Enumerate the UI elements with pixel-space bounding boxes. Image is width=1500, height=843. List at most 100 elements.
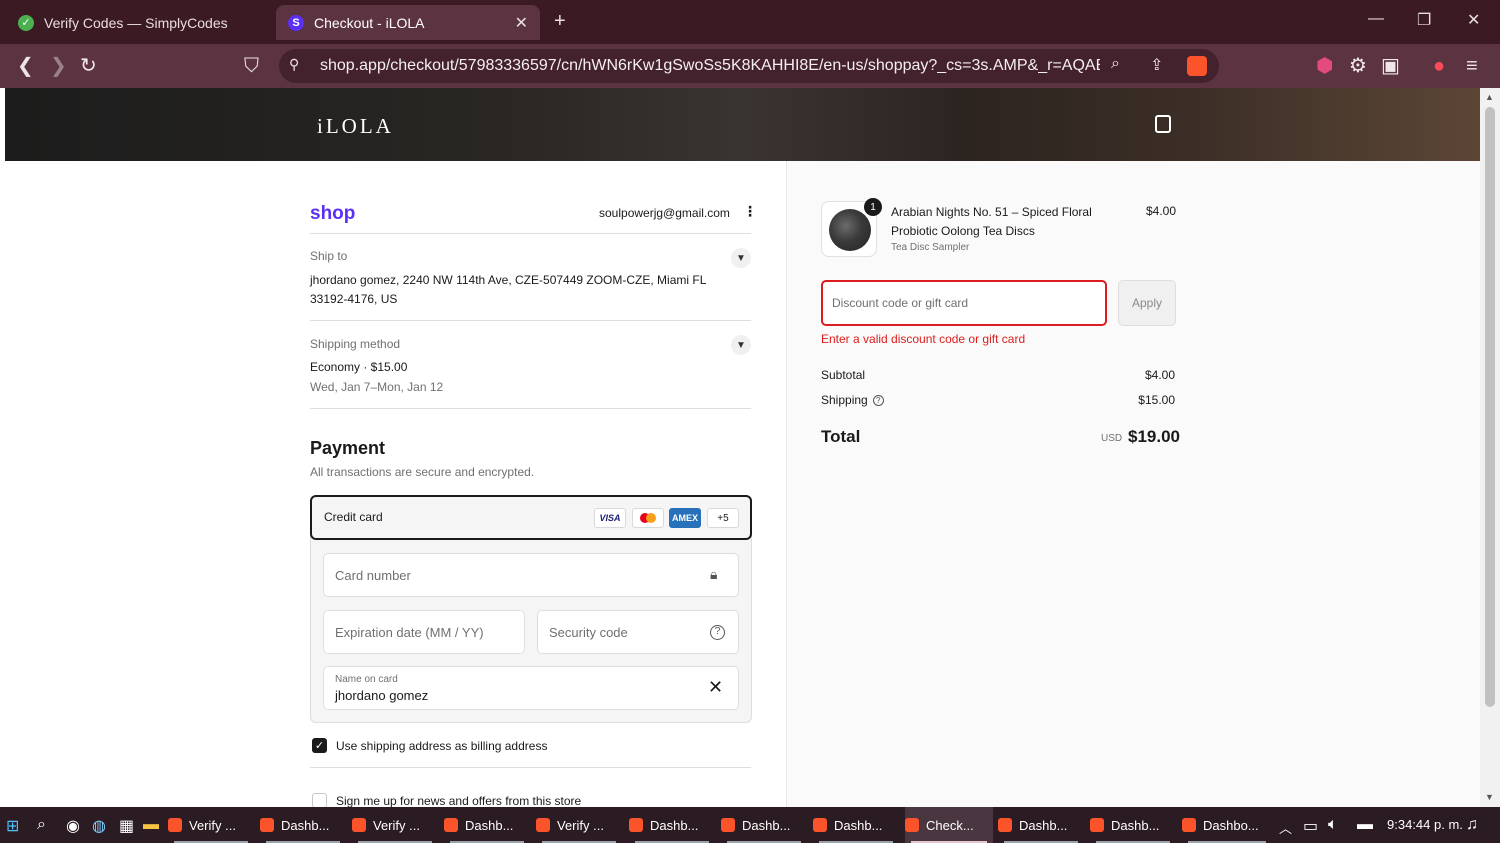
taskbar-app-button[interactable]: Verify ...	[168, 807, 254, 843]
browser-titlebar: ✓ Verify Codes — SimplyCodes S Checkout …	[0, 0, 1500, 44]
brave-icon	[260, 818, 274, 832]
mastercard-icon	[632, 508, 664, 528]
discount-code-input[interactable]: Discount code or gift card	[821, 280, 1107, 326]
taskbar-app-button[interactable]: Dashb...	[444, 807, 530, 843]
taskbar-app-label: Verify ...	[557, 817, 604, 833]
taskbar-app-button[interactable]: Dashb...	[1090, 807, 1176, 843]
card-number-field[interactable]: Card number 🔒︎	[323, 553, 739, 597]
divider	[310, 408, 751, 409]
brave-icon	[352, 818, 366, 832]
tab-checkout[interactable]: S Checkout - iLOLA ✕	[276, 5, 540, 40]
reload-icon[interactable]: ↻	[80, 54, 97, 78]
clear-icon[interactable]: ✕	[708, 677, 723, 698]
volume-icon[interactable]: 🔈︎	[1328, 816, 1338, 834]
file-explorer-icon[interactable]: ▬	[143, 816, 159, 834]
simplycodes-favicon-icon: ✓	[18, 14, 34, 31]
tab-verify-codes[interactable]: ✓ Verify Codes — SimplyCodes	[6, 5, 268, 40]
profile-icon[interactable]: ●	[1433, 54, 1445, 78]
maps-app-icon[interactable]: ◍	[92, 816, 106, 836]
shipping-method-chevron-down-icon[interactable]: ▼	[731, 335, 751, 355]
taskbar-app-button[interactable]: Dashb...	[260, 807, 346, 843]
network-icon[interactable]: ▭	[1303, 816, 1318, 836]
taskbar-app-button-active[interactable]: Check...	[905, 807, 993, 843]
shipping-label: Shipping	[821, 393, 868, 407]
newsletter-label: Sign me up for news and offers from this…	[336, 794, 582, 807]
security-code-field[interactable]: Security code ?	[537, 610, 739, 654]
apply-discount-button[interactable]: Apply	[1118, 280, 1176, 326]
extensions-icon[interactable]: ⚙	[1349, 54, 1367, 78]
ublock-extension-icon[interactable]: ⬢	[1316, 54, 1333, 78]
store-logo[interactable]: iLOLA	[317, 114, 394, 139]
search-icon[interactable]: ⌕	[37, 816, 46, 834]
scroll-thumb[interactable]	[1485, 107, 1495, 707]
store-header: iLOLA	[5, 88, 1480, 161]
brave-icon	[1182, 818, 1196, 832]
close-tab-icon[interactable]: ✕	[515, 13, 528, 33]
system-clock[interactable]: 9:34:44 p. m.	[1387, 817, 1463, 832]
sidebar-icon[interactable]: ▣	[1381, 54, 1400, 78]
taskbar-app-button[interactable]: Dashb...	[813, 807, 899, 843]
share-icon[interactable]: ⇪	[1150, 55, 1163, 75]
brave-icon	[629, 818, 643, 832]
taskbar-app-label: Dashb...	[742, 817, 791, 833]
menu-icon[interactable]: ≡	[1466, 54, 1478, 78]
taskbar-app-button[interactable]: Verify ...	[536, 807, 622, 843]
brave-icon	[1090, 818, 1104, 832]
bookmark-icon[interactable]: ⛉	[244, 54, 259, 78]
taskbar-app-label: Dashb...	[1111, 817, 1160, 833]
payment-title: Payment	[310, 438, 386, 458]
window-close-icon[interactable]: ✕	[1467, 10, 1480, 30]
forward-icon[interactable]: ❯	[50, 54, 67, 78]
url-text[interactable]: shop.app/checkout/57983336597/cn/hWN6rKw…	[320, 57, 1100, 75]
scroll-up-icon[interactable]: ▲	[1485, 92, 1494, 102]
tab-title: Checkout - iLOLA	[314, 14, 425, 31]
taskbar-app-button[interactable]: Dashb...	[998, 807, 1084, 843]
taskbar-app-label: Dashb...	[650, 817, 699, 833]
site-settings-icon[interactable]: ⚲	[289, 56, 299, 73]
shipping-help-icon[interactable]: ?	[872, 395, 884, 407]
zoom-icon[interactable]: ⌕	[1111, 55, 1120, 73]
subtotal-label: Subtotal	[821, 368, 866, 382]
taskbar-app-button[interactable]: Dashb...	[721, 807, 807, 843]
minimize-icon[interactable]: —	[1368, 10, 1384, 28]
name-on-card-value[interactable]: jhordano gomez	[335, 688, 428, 703]
new-tab-icon[interactable]: +	[554, 10, 566, 33]
calculator-app-icon[interactable]: ▦	[119, 816, 134, 836]
lock-icon: 🔒︎	[710, 566, 718, 582]
expiration-date-field[interactable]: Expiration date (MM / YY)	[323, 610, 525, 654]
taskbar-app-label: Check...	[926, 817, 974, 833]
taskbar-app-button[interactable]: Verify ...	[352, 807, 438, 843]
product-price: $4.00	[1146, 204, 1177, 218]
taskbar-app-button[interactable]: Dashbo...	[1182, 807, 1272, 843]
tray-chevron-up-icon[interactable]: ︿	[1279, 818, 1292, 837]
taskbar-app-button[interactable]: Dashb...	[629, 807, 715, 843]
back-icon[interactable]: ❮	[17, 54, 34, 78]
windows-start-icon[interactable]: ⊞	[6, 816, 19, 836]
battery-icon[interactable]: ▬	[1357, 816, 1373, 834]
camera-app-icon[interactable]: ◉	[66, 816, 80, 836]
product-variant: Tea Disc Sampler	[891, 242, 970, 253]
quantity-badge: 1	[864, 198, 882, 216]
brave-icon	[721, 818, 735, 832]
billing-address-checkbox[interactable]: ✓	[312, 738, 327, 753]
taskbar-app-label: Dashb...	[465, 817, 514, 833]
scroll-down-icon[interactable]: ▼	[1485, 792, 1494, 802]
notifications-bell-icon[interactable]: ♫	[1466, 816, 1478, 834]
tea-disc-image	[829, 209, 871, 251]
help-icon[interactable]: ?	[710, 625, 725, 640]
shop-favicon-icon: S	[288, 14, 304, 31]
cart-bag-icon[interactable]	[1155, 115, 1171, 133]
address-bar[interactable]: ⚲ shop.app/checkout/57983336597/cn/hWN6r…	[279, 49, 1219, 83]
page-scrollbar[interactable]: ▲ ▼	[1480, 88, 1500, 807]
ship-to-chevron-down-icon[interactable]: ▼	[731, 248, 751, 268]
discount-placeholder: Discount code or gift card	[832, 296, 969, 310]
account-menu-icon[interactable]: ⋮	[743, 203, 757, 220]
newsletter-checkbox[interactable]	[312, 793, 327, 807]
name-on-card-label: Name on card	[335, 674, 398, 685]
order-summary: 1 Arabian Nights No. 51 – Spiced Floral …	[786, 161, 1480, 807]
credit-card-option[interactable]: Credit card VISA AMEX +5	[310, 495, 752, 540]
restore-icon[interactable]: ❐	[1417, 10, 1431, 30]
brave-shields-icon[interactable]	[1187, 56, 1207, 76]
brave-icon	[168, 818, 182, 832]
name-on-card-field[interactable]: Name on card jhordano gomez ✕	[323, 666, 739, 710]
